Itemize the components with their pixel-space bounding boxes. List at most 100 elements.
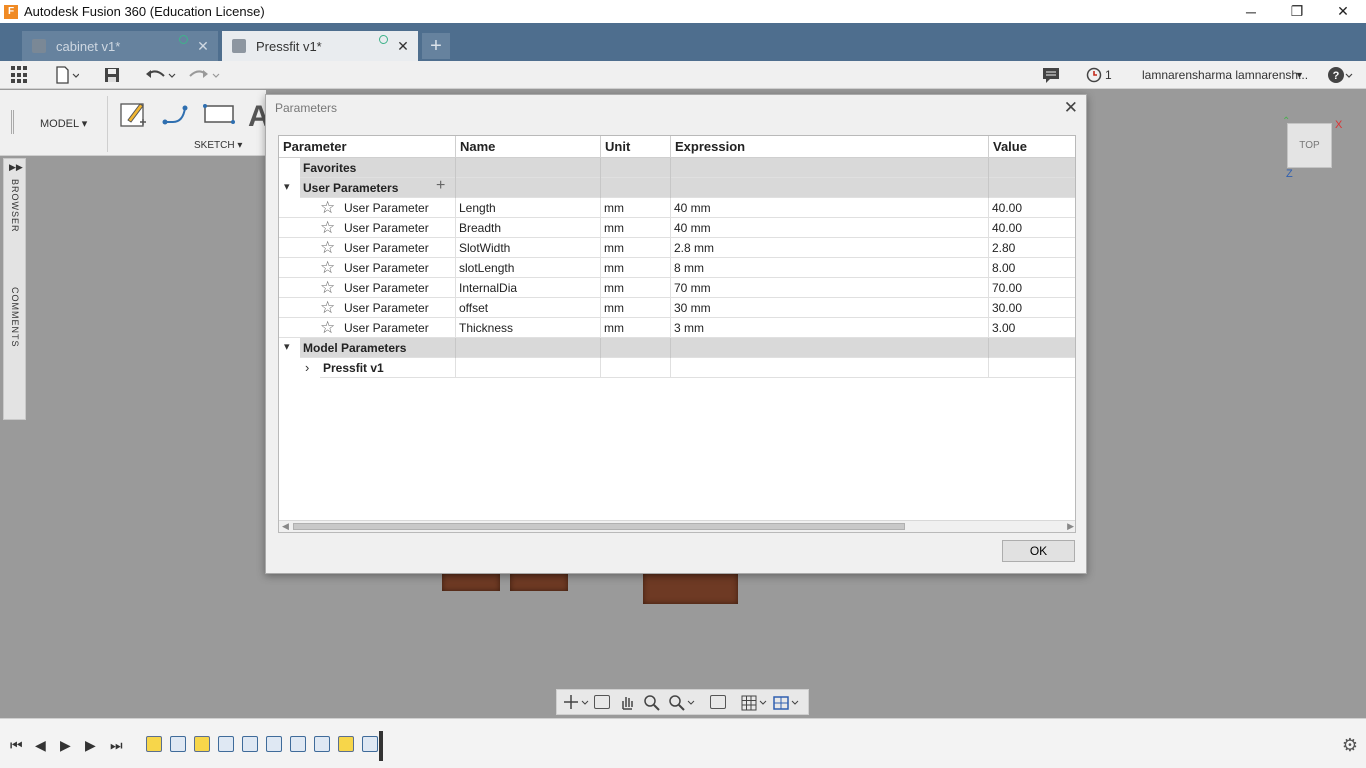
- timeline-sketch-feature[interactable]: [338, 736, 354, 752]
- help-icon[interactable]: ?: [1327, 66, 1353, 84]
- browser-tab[interactable]: BROWSER: [10, 179, 20, 233]
- text-tool-icon[interactable]: A: [248, 100, 266, 128]
- model-parameters-group-row[interactable]: Model Parameters: [300, 338, 1075, 358]
- ribbon-grip-handle[interactable]: [11, 110, 14, 134]
- table-row[interactable]: ☆ User Parameter slotLength mm 8 mm 8.00: [279, 258, 1075, 278]
- parameter-name[interactable]: Length: [456, 198, 601, 218]
- scrollbar-thumb[interactable]: [293, 523, 905, 530]
- save-icon[interactable]: [103, 66, 121, 84]
- parameter-name[interactable]: Breadth: [456, 218, 601, 238]
- minimize-button[interactable]: ─: [1228, 0, 1274, 23]
- close-window-button[interactable]: ✕: [1320, 0, 1366, 23]
- pan-hand-icon[interactable]: [619, 695, 635, 710]
- model-component-row[interactable]: › Pressfit v1: [305, 358, 1075, 378]
- favorites-group-row[interactable]: Favorites: [300, 158, 1075, 178]
- viewports-icon[interactable]: [773, 695, 799, 710]
- parameter-expression[interactable]: 40 mm: [671, 218, 989, 238]
- timeline-sketch-feature[interactable]: [146, 736, 162, 752]
- rectangle-tool-icon[interactable]: [203, 100, 235, 128]
- table-row[interactable]: ☆ User Parameter offset mm 30 mm 30.00: [279, 298, 1075, 318]
- job-status-icon[interactable]: [1085, 66, 1103, 84]
- workspace-switcher[interactable]: MODEL ▾: [40, 117, 87, 130]
- file-menu-icon[interactable]: [54, 66, 80, 84]
- parameter-unit[interactable]: mm: [601, 238, 671, 258]
- column-header-expression[interactable]: Expression: [671, 136, 989, 158]
- parameter-name[interactable]: SlotWidth: [456, 238, 601, 258]
- parameter-expression[interactable]: 40 mm: [671, 198, 989, 218]
- parameter-unit[interactable]: mm: [601, 198, 671, 218]
- user-menu-chevron-icon[interactable]: ▼: [1295, 70, 1304, 80]
- zoom-window-icon[interactable]: [669, 695, 695, 711]
- grid-settings-icon[interactable]: [741, 695, 767, 711]
- add-user-parameter-plus-icon[interactable]: +: [436, 177, 445, 195]
- display-settings-icon[interactable]: [710, 695, 726, 709]
- restore-button[interactable]: ❐: [1274, 0, 1320, 23]
- collapse-model-parameters-chevron-icon[interactable]: ▾: [284, 340, 290, 353]
- table-row[interactable]: ☆ User Parameter Breadth mm 40 mm 40.00: [279, 218, 1075, 238]
- browser-side-panel[interactable]: ▶▶ BROWSER COMMENTS: [3, 158, 26, 420]
- timeline-move-feature[interactable]: [314, 736, 330, 752]
- step-back-icon[interactable]: ◀: [35, 737, 46, 754]
- parameter-expression[interactable]: 70 mm: [671, 278, 989, 298]
- close-tab-button[interactable]: ✕: [196, 38, 210, 55]
- parameter-name[interactable]: InternalDia: [456, 278, 601, 298]
- comments-icon[interactable]: [1042, 66, 1060, 84]
- scroll-right-icon[interactable]: ▶: [1067, 521, 1074, 532]
- play-icon[interactable]: ▶: [60, 737, 71, 754]
- favorite-star-icon[interactable]: ☆: [320, 278, 335, 297]
- timeline-fillet-feature[interactable]: [242, 736, 258, 752]
- comments-tab[interactable]: COMMENTS: [10, 287, 20, 348]
- table-row[interactable]: ☆ User Parameter Thickness mm 3 mm 3.00: [279, 318, 1075, 338]
- parameter-unit[interactable]: mm: [601, 318, 671, 338]
- look-at-icon[interactable]: [594, 695, 610, 709]
- favorite-star-icon[interactable]: ☆: [320, 298, 335, 317]
- column-header-unit[interactable]: Unit: [601, 136, 671, 158]
- parameter-expression[interactable]: 8 mm: [671, 258, 989, 278]
- redo-icon[interactable]: [187, 66, 221, 84]
- favorite-star-icon[interactable]: ☆: [320, 218, 335, 237]
- viewcube-top[interactable]: TOP: [1287, 123, 1332, 168]
- parameter-name[interactable]: slotLength: [456, 258, 601, 278]
- parameter-expression[interactable]: 30 mm: [671, 298, 989, 318]
- parameter-unit[interactable]: mm: [601, 278, 671, 298]
- line-tool-icon[interactable]: [161, 100, 189, 128]
- go-to-start-icon[interactable]: ⏮: [10, 737, 23, 754]
- undo-icon[interactable]: [143, 66, 177, 84]
- new-tab-button[interactable]: +: [422, 33, 450, 59]
- favorite-star-icon[interactable]: ☆: [320, 258, 335, 277]
- parameter-unit[interactable]: mm: [601, 218, 671, 238]
- parameter-expression[interactable]: 3 mm: [671, 318, 989, 338]
- parameter-name[interactable]: Thickness: [456, 318, 601, 338]
- sketch-menu[interactable]: SKETCH ▾: [194, 140, 242, 151]
- parameter-unit[interactable]: mm: [601, 258, 671, 278]
- parameter-expression[interactable]: 2.8 mm: [671, 238, 989, 258]
- expand-panel-icon[interactable]: ▶▶: [9, 162, 23, 173]
- zoom-icon[interactable]: [644, 695, 660, 711]
- column-header-value[interactable]: Value: [989, 136, 1075, 158]
- timeline-sketch-feature[interactable]: [194, 736, 210, 752]
- tab-cabinet[interactable]: cabinet v1* ✕: [22, 31, 218, 61]
- timeline-extrude-feature[interactable]: [170, 736, 186, 752]
- parameter-unit[interactable]: mm: [601, 298, 671, 318]
- timeline-move-feature[interactable]: [362, 736, 378, 752]
- column-header-parameter[interactable]: Parameter: [279, 136, 456, 158]
- go-to-end-icon[interactable]: ⏭: [110, 737, 123, 754]
- data-panel-grid-icon[interactable]: [11, 66, 29, 84]
- close-dialog-button[interactable]: ✕: [1064, 98, 1078, 118]
- table-row[interactable]: ☆ User Parameter Length mm 40 mm 40.00: [279, 198, 1075, 218]
- favorite-star-icon[interactable]: ☆: [320, 238, 335, 257]
- timeline-fillet-feature[interactable]: [266, 736, 282, 752]
- user-parameters-group-row[interactable]: User Parameters +: [300, 177, 1075, 198]
- table-row[interactable]: ☆ User Parameter InternalDia mm 70 mm 70…: [279, 278, 1075, 298]
- ok-button[interactable]: OK: [1002, 540, 1075, 562]
- close-tab-button[interactable]: ✕: [396, 38, 410, 55]
- favorite-star-icon[interactable]: ☆: [320, 198, 335, 217]
- user-account-menu[interactable]: lamnarensharma lamnarensh...: [1142, 68, 1308, 82]
- table-row[interactable]: ☆ User Parameter SlotWidth mm 2.8 mm 2.8…: [279, 238, 1075, 258]
- expand-component-chevron-icon[interactable]: ›: [305, 360, 309, 375]
- parameter-name[interactable]: offset: [456, 298, 601, 318]
- timeline-marker-handle[interactable]: [379, 731, 383, 761]
- horizontal-scrollbar[interactable]: ◀ ▶: [279, 520, 1075, 532]
- column-header-name[interactable]: Name: [456, 136, 601, 158]
- orbit-icon[interactable]: [563, 695, 589, 709]
